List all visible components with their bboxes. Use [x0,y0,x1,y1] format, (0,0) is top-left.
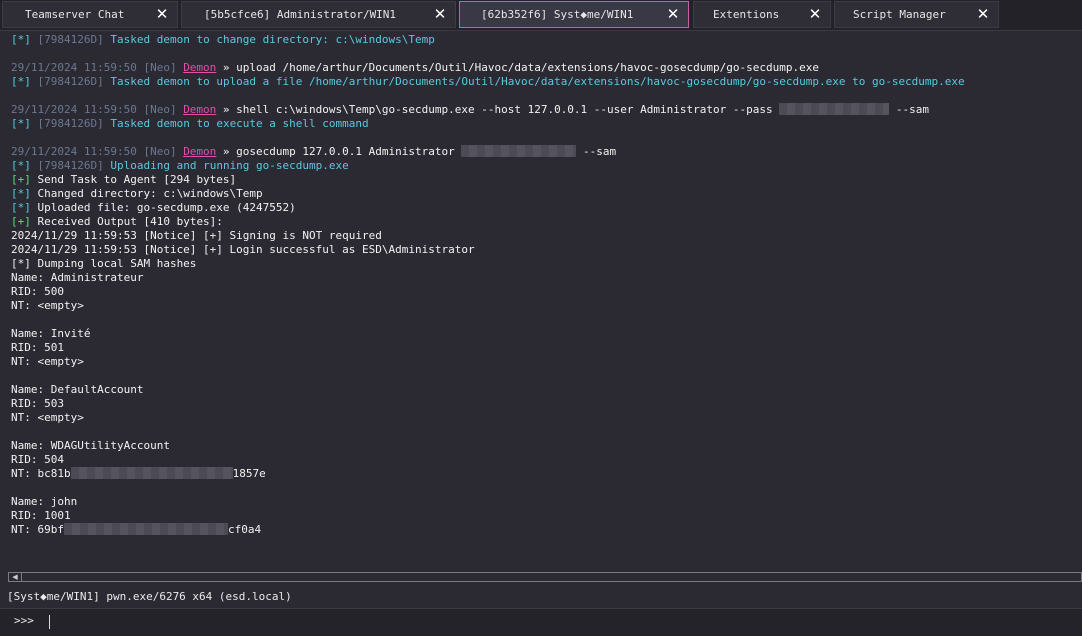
console-line: RID: 501 [11,341,64,354]
console-line: [*] Uploaded file: go-secdump.exe (42475… [11,201,296,214]
console-line: Name: Invité [11,327,91,340]
demon-link[interactable]: Demon [183,103,216,116]
console-line: Name: DefaultAccount [11,383,144,396]
console-line: 29/11/2024 11:59:50 [Neo] Demon » shell … [11,103,929,116]
agent-status-line: [Syst◆me/WIN1] pwn.exe/6276 x64 (esd.loc… [0,586,1082,608]
text-cursor [49,615,50,629]
session-tab-bar: Teamserver Chat ✕ [5b5cfce6] Administrat… [0,0,1082,31]
horizontal-scrollbar[interactable]: ◀ [8,572,1082,582]
redacted-hash [70,467,233,479]
console-line: 29/11/2024 11:59:50 [Neo] Demon » gosecd… [11,145,617,158]
console-line: [*] [7984126D] Tasked demon to change di… [11,33,435,46]
console-line: [+] Send Task to Agent [294 bytes] [11,173,237,186]
console-line: [+] Received Output [410 bytes]: [11,215,223,228]
console-line: RID: 500 [11,285,64,298]
console-line: NT: <empty> [11,411,84,424]
close-icon[interactable]: ✕ [433,7,447,22]
tab-teamserver-chat[interactable]: Teamserver Chat ✕ [2,1,178,28]
redacted-password [779,103,890,115]
tab-systeme-win1[interactable]: [62b352f6] Syst◆me/WIN1 ✕ [459,1,689,28]
tab-label: Teamserver Chat [25,8,125,21]
console-line: 29/11/2024 11:59:50 [Neo] Demon » upload… [11,61,819,74]
console-line: NT: 69bf cf0a4 [11,523,262,536]
console-line: [*] [7984126D] Tasked demon to upload a … [11,75,965,88]
command-input[interactable]: >>> [0,608,1082,636]
tab-script-manager[interactable]: Script Manager ✕ [834,1,999,28]
tab-label: Script Manager [853,8,946,21]
close-icon[interactable]: ✕ [666,7,680,22]
redacted-hash [63,523,228,535]
console-line: NT: <empty> [11,299,84,312]
tab-label: [62b352f6] Syst◆me/WIN1 [481,8,634,21]
console-line: NT: bc81b 1857e [11,467,266,480]
console-line: [*] Dumping local SAM hashes [11,257,197,270]
prompt-label: >>> [14,614,34,627]
console-line: Name: WDAGUtilityAccount [11,439,170,452]
console-line: [*] [7984126D] Tasked demon to execute a… [11,117,369,130]
console-line: [*] [7984126D] Uploading and running go-… [11,159,349,172]
tab-label: [5b5cfce6] Administrator/WIN1 [204,8,397,21]
console-line: [*] Changed directory: c:\windows\Temp [11,187,263,200]
console-line: RID: 503 [11,397,64,410]
console-line: RID: 504 [11,453,64,466]
console-line: RID: 1001 [11,509,71,522]
close-icon[interactable]: ✕ [976,7,990,22]
tab-administrator-win1[interactable]: [5b5cfce6] Administrator/WIN1 ✕ [181,1,456,28]
console-output[interactable]: [*] [7984126D] Tasked demon to change di… [0,31,1082,571]
console-line: 2024/11/29 11:59:53 [Notice] [+] Login s… [11,243,475,256]
console-line: NT: <empty> [11,355,84,368]
close-icon[interactable]: ✕ [155,7,169,22]
tab-extentions[interactable]: Extentions ✕ [693,1,831,28]
tab-label: Extentions [713,8,780,21]
redacted-password [461,145,577,157]
demon-link[interactable]: Demon [183,145,216,158]
agent-info: [Syst◆me/WIN1] pwn.exe/6276 x64 (esd.loc… [7,590,292,603]
demon-link[interactable]: Demon [183,61,216,74]
close-icon[interactable]: ✕ [808,7,822,22]
console-line: Name: john [11,495,78,508]
console-line: 2024/11/29 11:59:53 [Notice] [+] Signing… [11,229,382,242]
scroll-left-icon[interactable]: ◀ [9,573,22,581]
console-line: Name: Administrateur [11,271,144,284]
